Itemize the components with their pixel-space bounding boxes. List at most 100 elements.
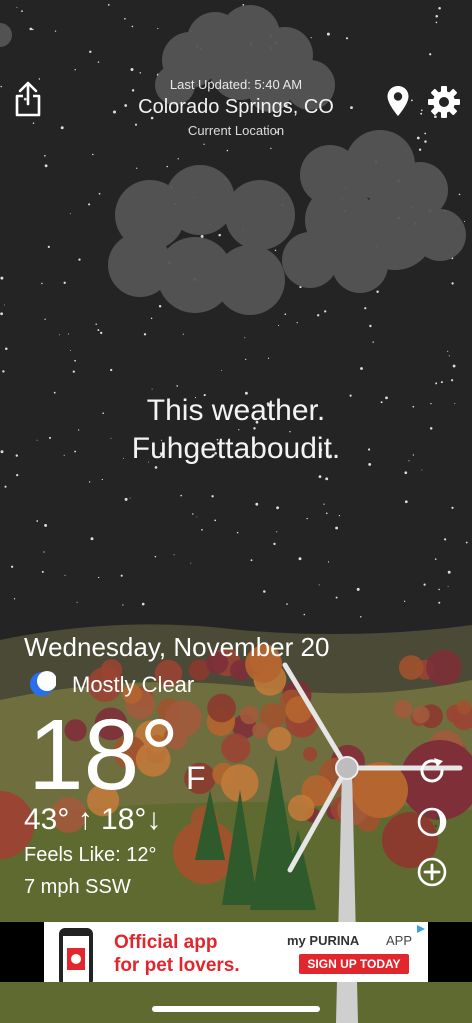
star <box>0 312 3 316</box>
star <box>36 520 39 522</box>
star <box>372 341 374 343</box>
star <box>286 603 288 605</box>
ad-headline-1: Official app <box>114 932 218 953</box>
autumn-tree <box>303 747 318 762</box>
star <box>440 381 443 384</box>
star <box>196 516 198 518</box>
star <box>158 305 162 308</box>
star <box>364 307 367 310</box>
ad-banner[interactable]: Official app for pet lovers. my PURINA A… <box>44 922 428 982</box>
star <box>98 576 100 579</box>
autumn-tree <box>267 726 292 751</box>
star <box>327 561 330 563</box>
star <box>63 281 66 284</box>
star <box>176 385 178 387</box>
star <box>141 602 145 606</box>
refresh-icon <box>420 758 444 783</box>
weather-tagline: This weather. Fuhgettaboudit. <box>0 392 472 468</box>
star <box>29 27 33 31</box>
star <box>139 72 142 74</box>
star <box>122 604 124 606</box>
star <box>110 368 113 372</box>
star <box>438 601 441 604</box>
autumn-tree <box>412 706 430 724</box>
star <box>41 570 44 573</box>
star <box>465 541 468 544</box>
ad-choices-icon[interactable] <box>416 924 426 934</box>
weather-scene <box>0 0 472 1023</box>
star <box>74 69 76 71</box>
star <box>310 37 312 39</box>
high-low-temperature: 43° ↑ 18°↓ <box>24 803 162 836</box>
star <box>89 50 92 54</box>
last-updated: Last Updated: 5:40 AM <box>169 77 303 92</box>
location-name[interactable]: Colorado Springs, CO <box>0 96 472 119</box>
star <box>267 357 270 359</box>
location-subtitle: Current Location <box>187 123 285 138</box>
star <box>192 513 194 515</box>
star <box>263 590 266 593</box>
star <box>435 21 438 24</box>
star <box>74 359 76 362</box>
wind-speed: 7 mph SSW <box>24 876 131 898</box>
moon-phase-button[interactable] <box>416 806 448 838</box>
star <box>356 587 360 591</box>
star <box>16 473 19 477</box>
star <box>296 321 298 324</box>
star <box>284 313 287 316</box>
tagline-line-2: Fuhgettaboudit. <box>131 432 341 465</box>
star <box>70 350 71 352</box>
star <box>157 27 159 30</box>
phone-graphic-icon <box>59 928 93 982</box>
star <box>180 494 182 497</box>
star <box>423 583 426 586</box>
add-location-button[interactable] <box>416 856 448 888</box>
star <box>214 519 217 522</box>
tagline-line-1: This weather. <box>146 394 326 427</box>
star <box>190 562 192 564</box>
star <box>124 497 128 501</box>
star <box>130 68 134 71</box>
star <box>451 379 454 382</box>
star <box>177 158 179 160</box>
star <box>59 334 61 336</box>
star <box>67 333 70 335</box>
star <box>10 565 14 568</box>
star <box>435 15 438 18</box>
star <box>451 506 454 509</box>
star <box>244 337 246 339</box>
star <box>136 167 138 169</box>
refresh-button[interactable] <box>416 755 448 787</box>
star <box>203 143 205 145</box>
star <box>242 4 245 6</box>
ad-signup-button[interactable]: SIGN UP TODAY <box>299 954 409 974</box>
star <box>451 282 454 285</box>
autumn-tree <box>426 649 462 686</box>
star <box>97 61 100 63</box>
star <box>101 478 103 481</box>
star <box>276 531 278 533</box>
star <box>298 557 302 561</box>
star <box>438 588 440 591</box>
autumn-tree <box>252 722 269 739</box>
star <box>72 370 75 373</box>
star <box>54 30 57 32</box>
star <box>273 542 276 546</box>
star <box>32 28 34 31</box>
star <box>325 477 329 481</box>
home-indicator[interactable] <box>152 1006 320 1012</box>
star <box>218 233 221 237</box>
star <box>129 497 131 499</box>
ad-headline-2: for pet lovers. <box>114 955 240 976</box>
star <box>323 503 325 505</box>
autumn-tree <box>221 733 251 763</box>
star <box>318 584 320 586</box>
temperature-unit[interactable]: F <box>186 760 206 797</box>
star <box>429 53 432 56</box>
star <box>182 333 184 335</box>
star <box>424 140 427 143</box>
star <box>90 537 94 541</box>
star <box>421 469 423 471</box>
star <box>447 585 449 587</box>
star <box>278 324 280 326</box>
